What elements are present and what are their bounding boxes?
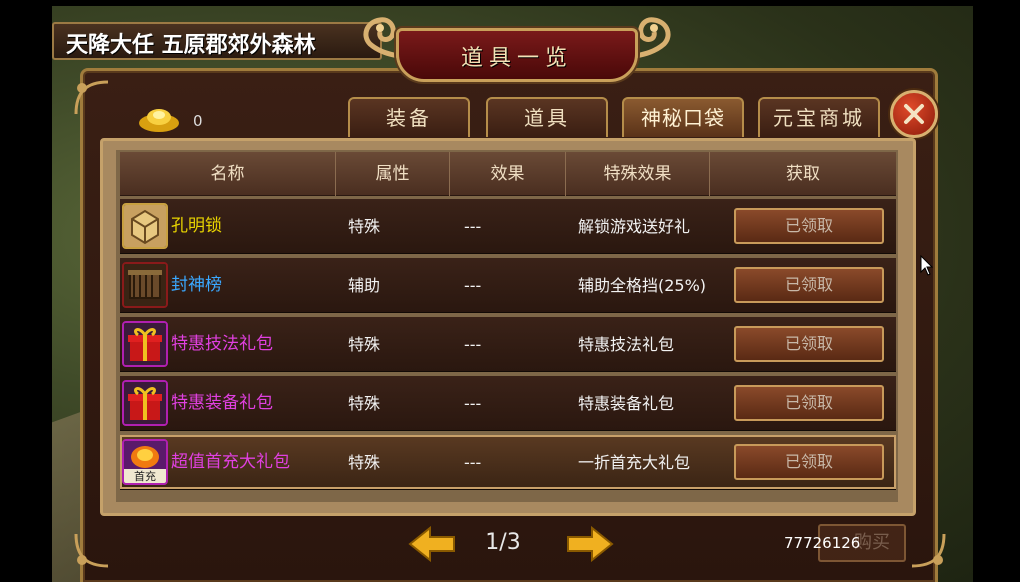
item-name: 孔明锁 — [171, 216, 222, 236]
table-row: 首充 超值首充大礼包 特殊 --- 一折首充大礼包 已领取 — [120, 435, 896, 490]
header-special-effect: 特殊效果 — [566, 152, 710, 196]
title-plaque: 道具一览 — [356, 14, 678, 86]
item-special-effect: 辅助全格挡(25%) — [578, 276, 707, 295]
item-attribute: 辅助 — [348, 276, 381, 295]
header-obtain: 获取 — [786, 164, 820, 184]
claimed-button[interactable]: 已领取 — [734, 267, 884, 303]
header-name: 名称 — [120, 152, 336, 196]
next-page-arrow-icon[interactable] — [566, 524, 614, 564]
account-id: 77726126 — [784, 534, 861, 552]
item-name: 封神榜 — [171, 275, 222, 295]
table-row: 孔明锁 特殊 --- 解锁游戏送好礼 已领取 — [120, 199, 896, 254]
item-special-effect: 一折首充大礼包 — [578, 453, 691, 472]
item-attribute: 特殊 — [348, 453, 381, 472]
table-row: 特惠技法礼包 特殊 --- 特惠技法礼包 已领取 — [120, 317, 896, 372]
item-attribute: 特殊 — [348, 217, 381, 236]
item-name: 特惠装备礼包 — [171, 393, 273, 413]
location-banner: 天降大任 五原郡郊外森林 — [52, 22, 382, 60]
gift-box-icon — [122, 380, 168, 426]
item-attribute: 特殊 — [348, 394, 381, 413]
claimed-button[interactable]: 已领取 — [734, 326, 884, 362]
table-row: 特惠装备礼包 特殊 --- 特惠装备礼包 已领取 — [120, 376, 896, 431]
claimed-button[interactable]: 已领取 — [734, 208, 884, 244]
item-effect: --- — [464, 394, 482, 413]
first-charge-icon-label: 首充 — [134, 469, 156, 483]
item-name: 超值首充大礼包 — [171, 452, 290, 472]
tab-items[interactable]: 道具 — [486, 97, 608, 137]
header-effect: 效果 — [450, 152, 566, 196]
table-header: 名称 属性 效果 特殊效果 获取 — [120, 152, 896, 196]
claimed-button[interactable]: 已领取 — [734, 385, 884, 421]
tab-mystery-bag[interactable]: 神秘口袋 — [622, 97, 744, 137]
gold-ingot-count: 0 — [193, 112, 203, 130]
item-name: 特惠技法礼包 — [171, 334, 273, 354]
close-icon — [904, 104, 924, 124]
header-attribute: 属性 — [336, 152, 450, 196]
item-special-effect: 解锁游戏送好礼 — [578, 217, 691, 236]
claimed-button[interactable]: 已领取 — [734, 444, 884, 480]
item-attribute: 特殊 — [348, 335, 381, 354]
item-effect: --- — [464, 217, 482, 236]
item-effect: --- — [464, 335, 482, 354]
gold-ingot-icon — [139, 109, 179, 132]
corner-ornament-icon — [74, 80, 109, 115]
corner-ornament-icon — [911, 533, 946, 568]
right-border — [973, 6, 1020, 582]
item-effect: --- — [464, 276, 482, 295]
corner-ornament-icon — [74, 533, 109, 568]
prev-page-arrow-icon[interactable] — [408, 524, 456, 564]
kongming-lock-icon — [122, 203, 168, 249]
item-special-effect: 特惠装备礼包 — [578, 394, 675, 413]
close-button[interactable] — [890, 90, 938, 138]
fengshen-scroll-icon — [122, 262, 168, 308]
tab-ingot-shop[interactable]: 元宝商城 — [758, 97, 880, 137]
tab-equipment[interactable]: 装备 — [348, 97, 470, 137]
item-effect: --- — [464, 453, 482, 472]
table-row: 封神榜 辅助 --- 辅助全格挡(25%) 已领取 — [120, 258, 896, 313]
first-charge-icon: 首充 — [122, 439, 168, 485]
item-special-effect: 特惠技法礼包 — [578, 335, 675, 354]
mouse-cursor-icon — [920, 255, 934, 276]
page-indicator: 1/3 — [485, 530, 521, 555]
panel-title: 道具一览 — [460, 46, 573, 71]
gift-box-icon — [122, 321, 168, 367]
